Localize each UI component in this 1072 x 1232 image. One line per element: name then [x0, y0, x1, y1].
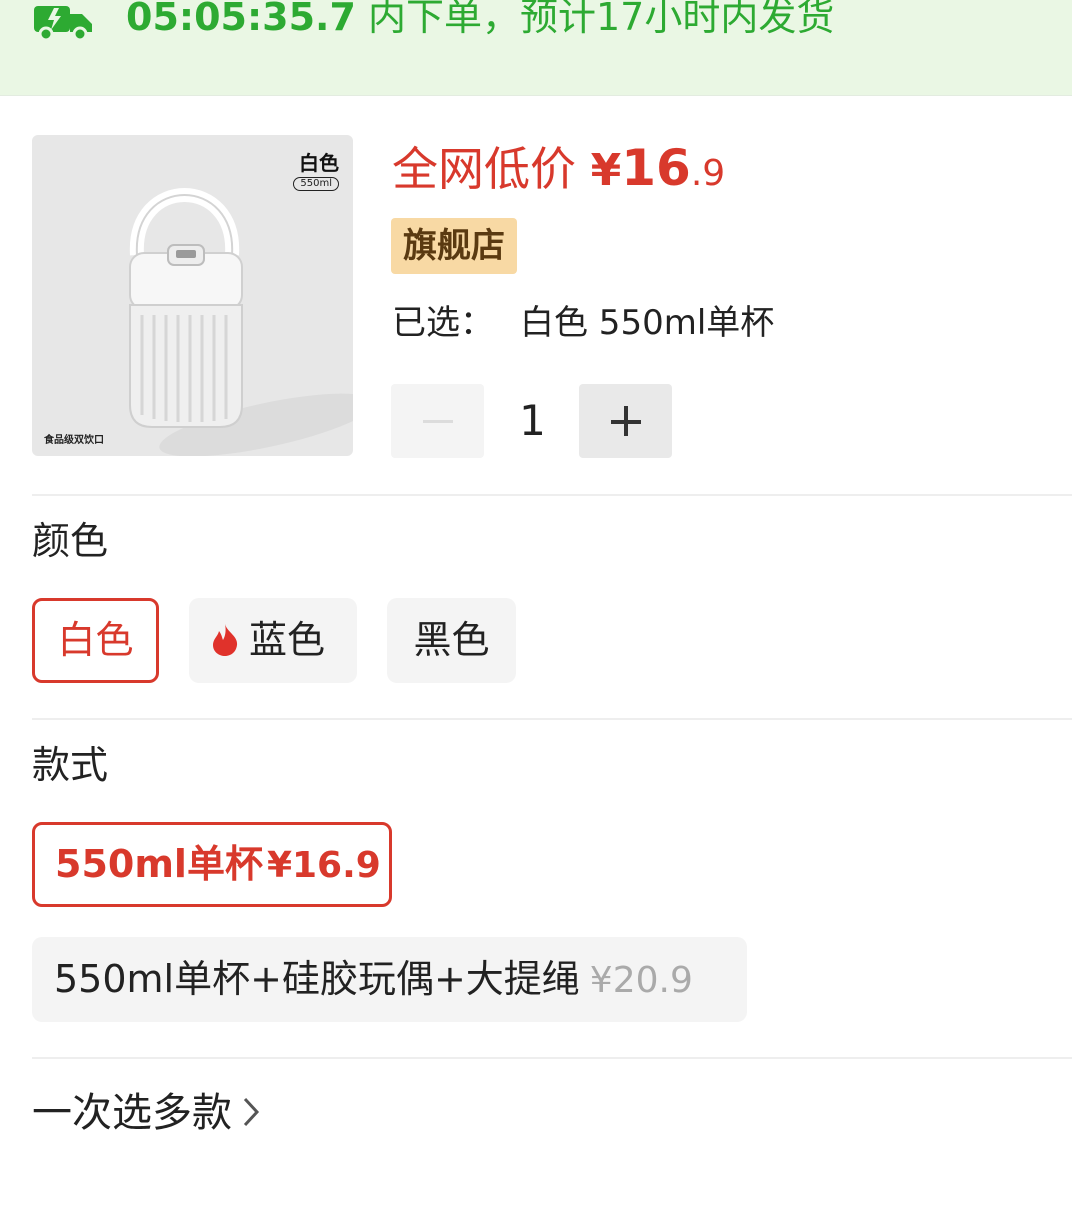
color-option-black[interactable]: 黑色: [387, 598, 516, 683]
delivery-banner: 05:05:35.7 内下单，预计17小时内发货: [0, 0, 1072, 96]
multi-select-label: 一次选多款: [32, 1090, 232, 1136]
divider: [32, 718, 1072, 720]
delivery-message: 05:05:35.7 内下单，预计17小时内发货: [126, 0, 834, 42]
flame-icon: [213, 623, 238, 656]
selected-summary: 已选： 白色 550ml单杯: [392, 298, 774, 348]
quantity-value[interactable]: 1: [486, 384, 579, 458]
minus-icon: [423, 420, 453, 423]
price-prefix: 全网低价: [392, 142, 591, 196]
price-integer: 16: [621, 139, 691, 197]
image-color-label: 白色: [299, 151, 339, 175]
image-footer-label: 食品级双饮口: [44, 435, 104, 446]
chevron-right-icon: [243, 1097, 260, 1127]
style-option-price: ¥16.9: [266, 845, 381, 886]
delivery-estimate: 内下单，预计17小时内发货: [355, 0, 835, 39]
color-option-label: 黑色: [413, 618, 490, 662]
flagship-store-badge: 旗舰店: [391, 218, 517, 274]
style-option-price: ¥20.9: [589, 960, 693, 1001]
price-decimal: .9: [690, 153, 726, 194]
quantity-decrease-button[interactable]: [391, 384, 484, 458]
quantity-increase-button[interactable]: [579, 384, 672, 458]
divider: [32, 494, 1072, 496]
style-option-label: 550ml单杯: [55, 842, 263, 886]
price-currency: ¥: [590, 145, 622, 196]
selected-label: 已选：: [392, 303, 494, 343]
delivery-truck-icon: [34, 6, 92, 40]
product-price: 全网低价 ¥16.9: [392, 138, 725, 204]
product-image[interactable]: 白色 550ml 食品级双饮口: [32, 135, 353, 456]
divider: [32, 1057, 1072, 1059]
image-capacity-label: 550ml: [293, 177, 339, 191]
selected-value: 白色 550ml单杯: [520, 303, 775, 343]
color-option-label: 蓝色: [249, 618, 326, 662]
style-option-label: 550ml单杯+硅胶玩偶+大提绳: [54, 957, 580, 1001]
style-option-bundle[interactable]: 550ml单杯+硅胶玩偶+大提绳 ¥20.9: [32, 937, 747, 1022]
color-option-blue[interactable]: 蓝色: [189, 598, 357, 683]
multi-select-link[interactable]: 一次选多款: [32, 1086, 260, 1140]
color-option-white[interactable]: 白色: [32, 598, 159, 683]
style-option-single-cup[interactable]: 550ml单杯 ¥16.9: [32, 822, 392, 907]
style-section-title: 款式: [32, 743, 109, 787]
countdown-timer: 05:05:35.7: [126, 0, 356, 39]
color-section-title: 颜色: [32, 519, 109, 563]
color-option-label: 白色: [57, 618, 134, 662]
